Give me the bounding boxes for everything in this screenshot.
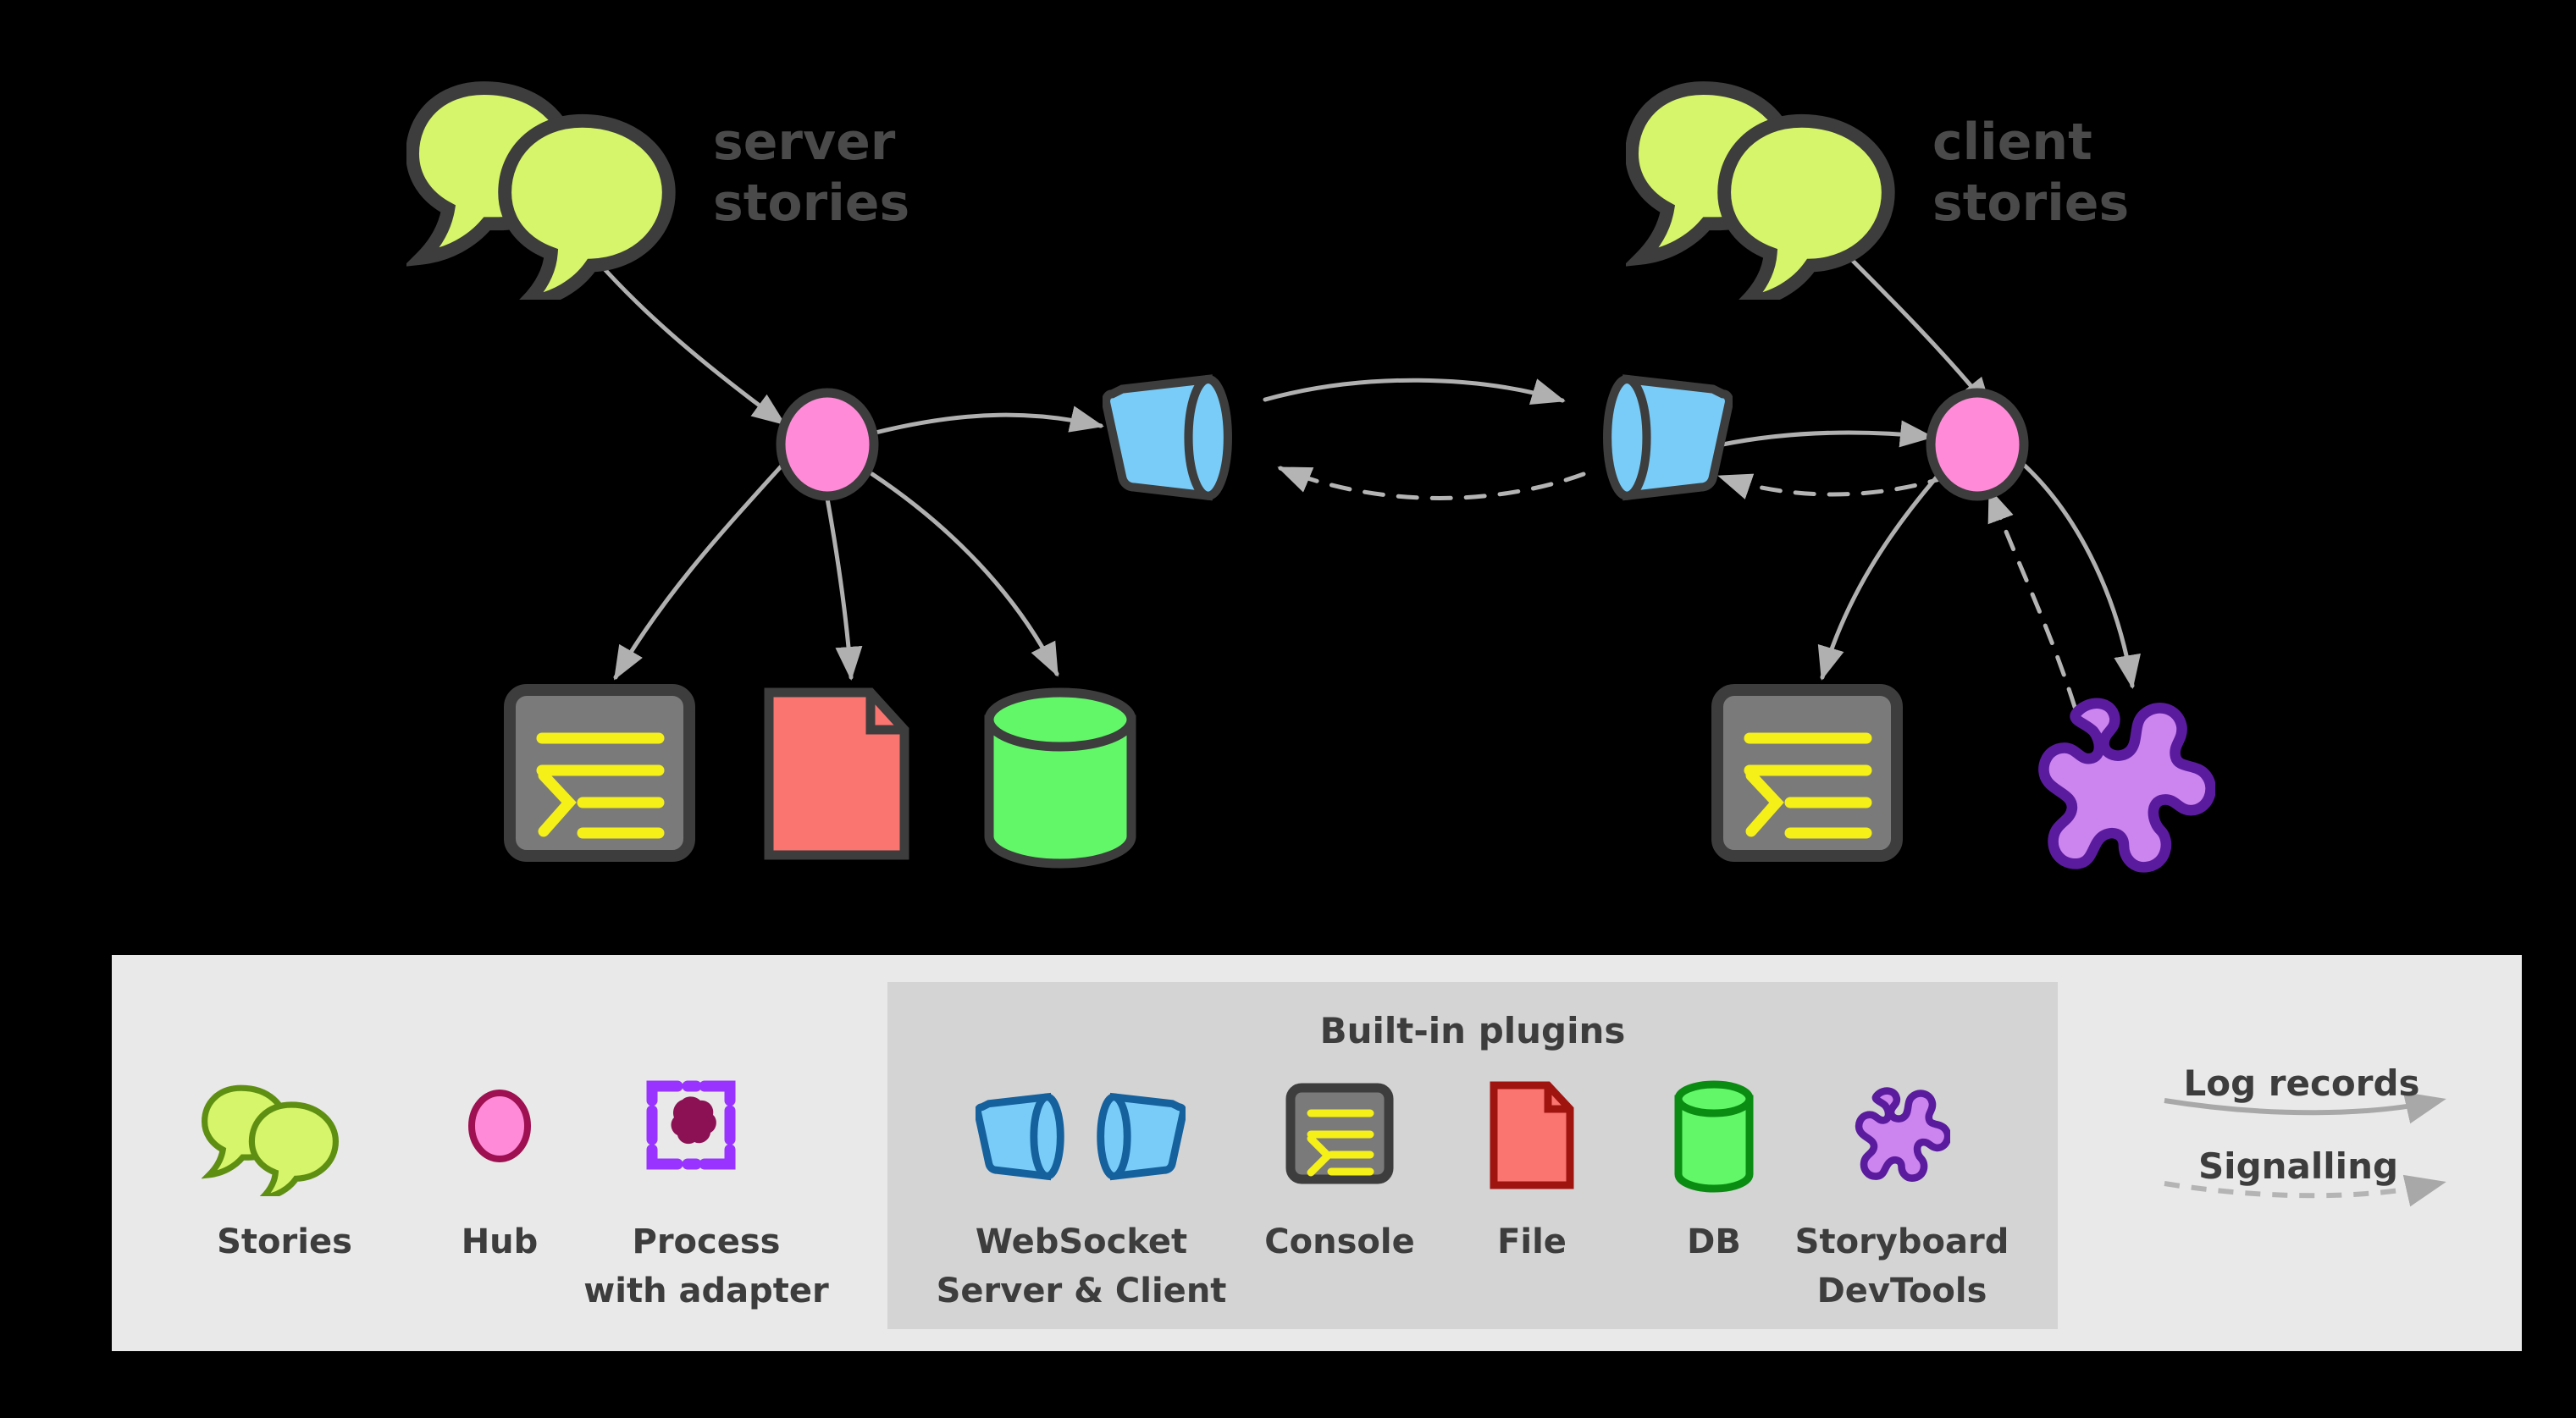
- legend-item-stories-label: Stories: [217, 1222, 352, 1261]
- legend-item-hub-label: Hub: [462, 1222, 539, 1261]
- legend-plugin-file[interactable]: File: [1490, 1081, 1574, 1261]
- websocket-server-icon: [978, 1097, 1061, 1176]
- legend-plugin-db-label: DB: [1687, 1222, 1741, 1261]
- legend-item-process-label-line2: with adapter: [583, 1272, 829, 1310]
- legend-plugin-devtools-label-line2: DevTools: [1817, 1272, 1987, 1310]
- legend-plugin-console-label: Console: [1264, 1222, 1414, 1261]
- legend-edge-log-records-label: Log records: [2183, 1062, 2419, 1104]
- file-icon: [1490, 1081, 1574, 1189]
- legend-plugin-file-label: File: [1497, 1222, 1567, 1261]
- database-top-icon: [1674, 1080, 1754, 1117]
- legend-edge-signalling-label: Signalling: [2198, 1145, 2398, 1187]
- legend-plugin-websocket-label-line2: Server & Client: [937, 1272, 1227, 1310]
- legend-plugin-websocket-label-line1: WebSocket: [976, 1222, 1187, 1261]
- hub-ellipse-icon: [468, 1090, 531, 1162]
- legend-item-process-label-line1: Process: [633, 1222, 781, 1261]
- legend-plugin-db[interactable]: DB: [1674, 1080, 1754, 1261]
- plugins-title: Built-in plugins: [1320, 1010, 1626, 1051]
- legend-panel: Built-in plugins Stories Hub Process wit…: [112, 955, 2522, 1351]
- legend-plugin-devtools-label-line1: Storyboard: [1795, 1222, 2009, 1261]
- diagram-canvas: server stories client stories Built-in p…: [0, 0, 2576, 1418]
- websocket-client-icon: [1101, 1097, 1184, 1176]
